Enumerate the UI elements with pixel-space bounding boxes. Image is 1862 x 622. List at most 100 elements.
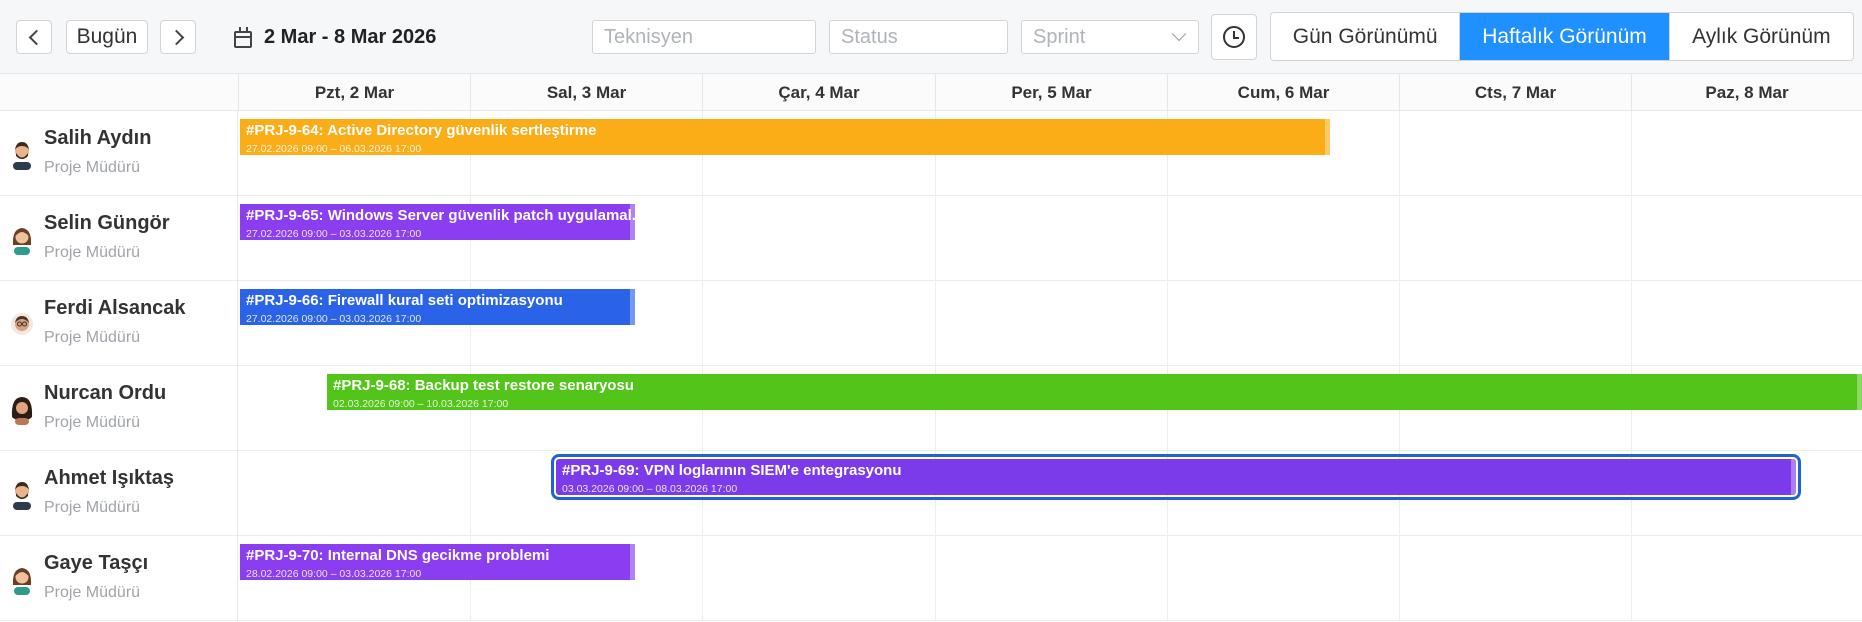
task-bar[interactable]: #PRJ-9-66: Firewall kural seti optimizas… <box>240 289 635 325</box>
resource-row: Selin Güngör Proje Müdürü #PRJ-9-65: Windo… <box>0 196 1862 281</box>
day-divider <box>1399 111 1400 196</box>
task-dates: 27.02.2026 09:00 – 03.03.2026 17:00 <box>246 313 422 325</box>
day-header: Cts, 7 Mar <box>1399 74 1631 111</box>
view-switcher: Gün Görünümü Haftalık Görünüm Aylık Görü… <box>1270 12 1854 61</box>
day-divider <box>1167 536 1168 621</box>
task-title: #PRJ-9-68: Backup test restore senaryosu <box>333 377 634 394</box>
resource-role: Proje Müdürü <box>44 499 141 516</box>
day-divider <box>702 196 703 281</box>
resource-role: Proje Müdürü <box>44 329 141 346</box>
day-header-row: Pzt, 2 Mar Sal, 3 Mar Çar, 4 Mar Per, 5 … <box>0 74 1862 111</box>
day-divider <box>1167 281 1168 366</box>
date-range: 2 Mar - 8 Mar 2026 <box>234 22 436 52</box>
resource-cell: Salih Aydın Proje Müdürü <box>0 111 238 196</box>
clock-button[interactable] <box>1211 14 1257 60</box>
status-filter-input[interactable]: Status <box>829 20 1008 54</box>
man-avatar-icon <box>10 308 34 340</box>
resource-name: Gaye Taşçı <box>44 552 149 574</box>
resource-role: Proje Müdürü <box>44 244 141 261</box>
woman-curly-avatar-icon <box>10 393 34 425</box>
task-title: #PRJ-9-66: Firewall kural seti optimizas… <box>246 292 563 309</box>
task-bar[interactable]: #PRJ-9-64: Active Directory güvenlik ser… <box>240 119 1330 155</box>
day-divider <box>470 451 471 536</box>
man-beard-avatar-icon <box>10 478 34 510</box>
resource-cell: Ferdi Alsancak Proje Müdürü <box>0 281 238 366</box>
task-resize-handle[interactable] <box>1325 119 1330 155</box>
day-header: Paz, 8 Mar <box>1631 74 1862 111</box>
task-dates: 03.03.2026 09:00 – 08.03.2026 17:00 <box>562 483 738 495</box>
resource-cell: Nurcan Ordu Proje Müdürü <box>0 366 238 451</box>
resource-cell: Ahmet Işıktaş Proje Müdürü <box>0 451 238 536</box>
day-header: Per, 5 Mar <box>935 74 1167 111</box>
resource-name: Selin Güngör <box>44 212 170 234</box>
task-resize-handle[interactable] <box>1791 459 1796 495</box>
resource-role: Proje Müdürü <box>44 584 141 601</box>
task-resize-handle[interactable] <box>630 289 635 325</box>
calendar-toolbar: Bugün 2 Mar - 8 Mar 2026 Teknisyen Statu… <box>0 0 1862 74</box>
sprint-select[interactable]: Sprint <box>1021 20 1199 54</box>
resource-row: Gaye Taşçı Proje Müdürü #PRJ-9-70: Interna… <box>0 536 1862 621</box>
day-divider <box>935 196 936 281</box>
chevron-down-icon <box>1171 26 1187 42</box>
resource-row: Ferdi Alsancak Proje Müdürü #PRJ-9-66: Fir… <box>0 281 1862 366</box>
task-bar[interactable]: #PRJ-9-69: VPN loglarının SIEM'e entegra… <box>551 454 1801 500</box>
task-title: #PRJ-9-64: Active Directory güvenlik ser… <box>246 122 597 139</box>
task-bar[interactable]: #PRJ-9-65: Windows Server güvenlik patch… <box>240 204 635 240</box>
day-divider <box>1167 196 1168 281</box>
resource-name: Ahmet Işıktaş <box>44 467 175 489</box>
calendar-icon <box>234 26 252 48</box>
day-header: Pzt, 2 Mar <box>238 74 470 111</box>
task-resize-handle[interactable] <box>1857 374 1862 410</box>
day-divider <box>1399 536 1400 621</box>
day-header: Cum, 6 Mar <box>1167 74 1399 111</box>
woman-avatar-icon <box>10 563 34 595</box>
resource-row: Salih Aydın Proje Müdürü #PRJ-9-64: Active… <box>0 111 1862 196</box>
sprint-select-placeholder: Sprint <box>1033 25 1086 48</box>
resource-name: Nurcan Ordu <box>44 382 167 404</box>
resource-role: Proje Müdürü <box>44 159 141 176</box>
date-range-label: 2 Mar - 8 Mar 2026 <box>264 25 437 48</box>
day-divider <box>1631 196 1632 281</box>
week-view-button[interactable]: Haftalık Görünüm <box>1460 13 1670 60</box>
previous-week-button[interactable] <box>16 20 52 54</box>
task-title: #PRJ-9-70: Internal DNS gecikme problemi <box>246 547 550 564</box>
day-divider <box>1631 281 1632 366</box>
resource-name: Ferdi Alsancak <box>44 297 186 319</box>
day-divider <box>935 536 936 621</box>
resource-name: Salih Aydın <box>44 127 152 149</box>
task-bar[interactable]: #PRJ-9-68: Backup test restore senaryosu… <box>327 374 1862 410</box>
clock-icon <box>1223 26 1245 48</box>
resource-cell: Selin Güngör Proje Müdürü <box>0 196 238 281</box>
task-title: #PRJ-9-69: VPN loglarının SIEM'e entegra… <box>562 462 902 479</box>
task-dates: 28.02.2026 09:00 – 03.03.2026 17:00 <box>246 568 422 580</box>
task-resize-handle[interactable] <box>630 204 635 240</box>
day-header: Çar, 4 Mar <box>702 74 935 111</box>
month-view-button[interactable]: Aylık Görünüm <box>1670 13 1853 60</box>
day-header: Sal, 3 Mar <box>470 74 702 111</box>
resource-role: Proje Müdürü <box>44 414 141 431</box>
resource-row: Ahmet Işıktaş Proje Müdürü #PRJ-9-69: VPN … <box>0 451 1862 536</box>
day-divider <box>1631 111 1632 196</box>
day-divider <box>702 281 703 366</box>
task-dates: 02.03.2026 09:00 – 10.03.2026 17:00 <box>333 398 509 410</box>
woman-avatar-icon <box>10 223 34 255</box>
day-view-button[interactable]: Gün Görünümü <box>1271 13 1461 60</box>
technician-filter-input[interactable]: Teknisyen <box>592 20 816 54</box>
task-title: #PRJ-9-65: Windows Server güvenlik patch… <box>246 207 635 224</box>
task-dates: 27.02.2026 09:00 – 06.03.2026 17:00 <box>246 143 422 155</box>
resource-cell: Gaye Taşçı Proje Müdürü <box>0 536 238 621</box>
task-bar[interactable]: #PRJ-9-70: Internal DNS gecikme problemi… <box>240 544 635 580</box>
chevron-right-icon <box>168 29 184 45</box>
day-divider <box>1399 196 1400 281</box>
day-divider <box>1631 536 1632 621</box>
man-beard-avatar-icon <box>10 138 34 170</box>
today-button[interactable]: Bugün <box>66 20 148 54</box>
chevron-left-icon <box>28 29 44 45</box>
task-resize-handle[interactable] <box>630 544 635 580</box>
day-divider <box>1399 281 1400 366</box>
task-dates: 27.02.2026 09:00 – 03.03.2026 17:00 <box>246 228 422 240</box>
day-divider <box>702 536 703 621</box>
day-divider <box>935 281 936 366</box>
resource-row: Nurcan Ordu Proje Müdürü #PRJ-9-68: Backup… <box>0 366 1862 451</box>
next-week-button[interactable] <box>160 20 196 54</box>
